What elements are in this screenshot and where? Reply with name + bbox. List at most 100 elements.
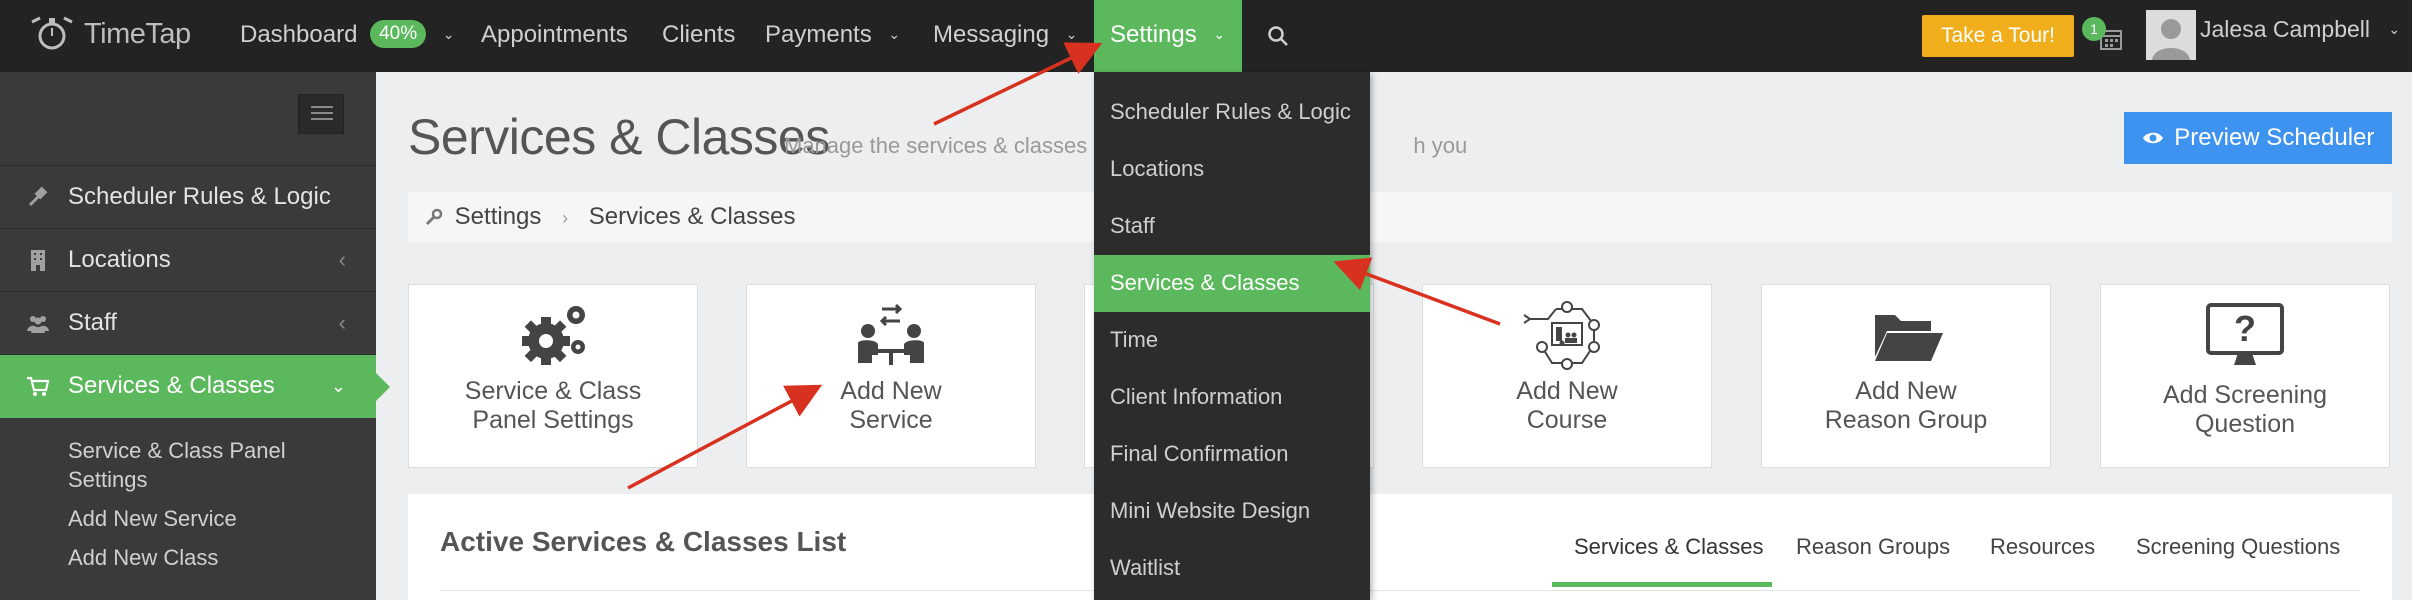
card-label: Add New Course [1423, 377, 1711, 435]
stopwatch-logo-icon [31, 16, 73, 50]
card-label-line1: Add Screening [2162, 381, 2327, 409]
tab-services-classes[interactable]: Services & Classes [1574, 534, 1764, 560]
menu-item-final-confirmation[interactable]: Final Confirmation [1094, 426, 1370, 483]
nav-settings[interactable]: Settings ⌄ [1094, 0, 1242, 72]
sidebar-header [0, 72, 376, 166]
sidebar-subitem-add-service[interactable]: Add New Service [68, 504, 376, 533]
sidebar-item-services-classes[interactable]: Services & Classes ⌄ [0, 355, 390, 418]
sidebar-item-label: Services & Classes [68, 372, 275, 399]
menu-item-locations[interactable]: Locations [1094, 141, 1370, 198]
gavel-icon [28, 186, 48, 207]
nav-appointments-label: Appointments [481, 21, 628, 48]
breadcrumb-separator-icon: › [562, 208, 569, 228]
menu-item-staff[interactable]: Staff [1094, 198, 1370, 255]
sidebar: Scheduler Rules & Logic Locations ‹ Staf… [0, 72, 390, 600]
breadcrumb-settings[interactable]: Settings [455, 203, 542, 230]
active-list-panel: Active Services & Classes List Services … [408, 494, 2392, 600]
nav-appointments[interactable]: Appointments [481, 0, 628, 72]
sidebar-item-locations[interactable]: Locations ‹ [0, 229, 376, 292]
card-label: Add Screening Question [2101, 381, 2389, 439]
card-add-screening-question[interactable]: ? Add Screening Question [2100, 284, 2390, 468]
card-label-line1: Service & Class [464, 377, 642, 405]
wrench-icon [425, 208, 443, 226]
sidebar-item-label: Staff [68, 309, 117, 336]
nav-settings-label: Settings [1110, 21, 1197, 48]
menu-item-time[interactable]: Time [1094, 312, 1370, 369]
sidebar-toggle-button[interactable] [298, 94, 344, 134]
card-add-new-reason-group[interactable]: Add New Reason Group [1761, 284, 2051, 468]
card-add-new-course[interactable]: Add New Course [1422, 284, 1712, 468]
calendar-notification-badge: 1 [2082, 17, 2106, 41]
card-label-line1: Add New [1516, 377, 1618, 405]
menu-item-services-classes[interactable]: Services & Classes [1094, 255, 1370, 312]
sidebar-subitem-add-class[interactable]: Add New Class [68, 543, 376, 572]
card-label: Add New Reason Group [1762, 377, 2050, 435]
card-label: Service & Class Panel Settings [409, 377, 697, 435]
folder-open-icon [1875, 315, 1943, 361]
sidebar-item-scheduler-rules[interactable]: Scheduler Rules & Logic [0, 166, 376, 229]
card-label-line2: Service [849, 406, 933, 434]
card-label: Add New Service [747, 377, 1035, 435]
user-menu[interactable]: Jalesa Campbell ⌄ [2200, 0, 2400, 60]
chevron-down-icon: ⌄ [1213, 25, 1226, 42]
settings-dropdown-menu: Scheduler Rules & Logic Locations Staff … [1094, 72, 1370, 600]
building-icon [31, 250, 45, 271]
eye-icon [2142, 132, 2163, 144]
card-panel-settings[interactable]: Service & Class Panel Settings [408, 284, 698, 468]
card-label-line1: Add New [1855, 377, 1957, 405]
active-tab-indicator [1552, 582, 1772, 587]
chevron-down-icon: ⌄ [330, 376, 346, 396]
sidebar-submenu: Service & Class Panel Settings Add New S… [0, 418, 376, 572]
nav-payments[interactable]: Payments ⌄ [765, 0, 900, 72]
nav-dashboard[interactable]: Dashboard 40% ⌄ [240, 0, 455, 72]
nav-clients[interactable]: Clients [662, 0, 735, 72]
chevron-down-icon: ⌄ [2388, 20, 2401, 37]
card-label-line2: Question [2194, 410, 2296, 438]
monitor-question-icon: ? [2206, 303, 2284, 365]
chevron-down-icon: ⌄ [442, 25, 455, 42]
nav-payments-label: Payments [765, 21, 872, 48]
cart-icon [27, 376, 50, 396]
avatar[interactable] [2146, 10, 2196, 60]
breadcrumb-current: Services & Classes [588, 203, 796, 230]
list-divider [440, 590, 2360, 591]
list-title: Active Services & Classes List [440, 526, 847, 557]
take-a-tour-button[interactable]: Take a Tour! [1922, 15, 2074, 57]
svg-text:?: ? [2234, 308, 2256, 349]
search-icon[interactable] [1266, 24, 1290, 48]
chevron-down-icon: ⌄ [888, 25, 901, 42]
sidebar-item-staff[interactable]: Staff ‹ [0, 292, 376, 355]
tab-resources[interactable]: Resources [1990, 534, 2095, 560]
card-label-line2: Reason Group [1824, 406, 1988, 434]
tab-reason-groups[interactable]: Reason Groups [1796, 534, 1950, 560]
meeting-icon [858, 303, 924, 365]
chevron-left-icon: ‹ [338, 247, 346, 272]
sidebar-subitem-panel-settings[interactable]: Service & Class Panel Settings [68, 436, 308, 494]
nav-clients-label: Clients [662, 21, 736, 48]
menu-item-client-information[interactable]: Client Information [1094, 369, 1370, 426]
nav-dashboard-label: Dashboard [240, 21, 358, 48]
page-subtitle-tail: h you [1413, 133, 1468, 158]
timetap-logo[interactable]: TimeTap [28, 6, 191, 62]
card-label-line2: Panel Settings [472, 406, 634, 434]
chevron-left-icon: ‹ [338, 310, 346, 335]
top-navbar: TimeTap Dashboard 40% ⌄ Appointments Cli… [0, 0, 2412, 72]
nav-messaging[interactable]: Messaging ⌄ [933, 0, 1077, 72]
tab-screening-questions[interactable]: Screening Questions [2136, 534, 2340, 560]
preview-scheduler-label: Preview Scheduler [2174, 124, 2375, 151]
card-add-new-service[interactable]: Add New Service [746, 284, 1036, 468]
menu-item-scheduler-rules[interactable]: Scheduler Rules & Logic [1094, 84, 1370, 141]
logo-text: TimeTap [84, 17, 191, 50]
card-label-line1: Add New [840, 377, 942, 405]
user-name: Jalesa Campbell [2200, 16, 2371, 42]
card-label-line2: Course [1526, 406, 1608, 434]
sidebar-item-label: Locations [68, 246, 171, 273]
page-subtitle-text: Manage the services & classes [784, 133, 1094, 158]
nav-messaging-label: Messaging [933, 21, 1050, 48]
preview-scheduler-button[interactable]: Preview Scheduler [2124, 112, 2392, 164]
users-icon [27, 316, 49, 333]
sidebar-item-label: Scheduler Rules & Logic [68, 183, 331, 210]
dashboard-progress-badge: 40% [370, 19, 427, 48]
menu-item-mini-website-design[interactable]: Mini Website Design [1094, 483, 1370, 540]
menu-item-waitlist[interactable]: Waitlist [1094, 540, 1370, 597]
